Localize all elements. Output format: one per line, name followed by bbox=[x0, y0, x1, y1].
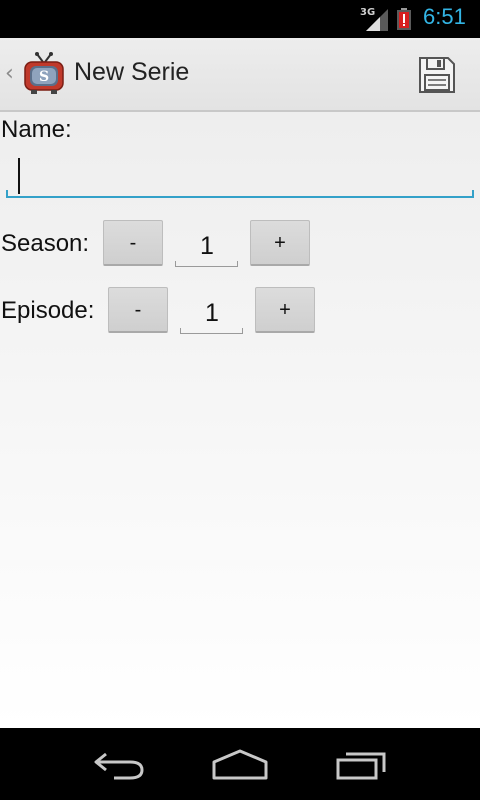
season-minus-button[interactable]: - bbox=[103, 220, 163, 266]
navigation-bar bbox=[0, 728, 480, 800]
season-value-underline bbox=[175, 261, 238, 267]
clock: 6:51 bbox=[423, 4, 466, 29]
battery-icon bbox=[397, 8, 411, 30]
save-icon bbox=[419, 57, 455, 93]
episode-plus-button[interactable]: + bbox=[255, 287, 315, 333]
season-value[interactable]: 1 bbox=[175, 224, 239, 264]
episode-minus-button[interactable]: - bbox=[108, 287, 168, 333]
episode-label: Episode: bbox=[1, 297, 95, 324]
signal-icon bbox=[366, 9, 388, 31]
recent-apps-icon[interactable] bbox=[334, 748, 390, 782]
season-plus-button[interactable]: + bbox=[250, 220, 310, 266]
back-icon[interactable] bbox=[92, 748, 148, 782]
home-icon[interactable] bbox=[211, 748, 269, 782]
season-label: Season: bbox=[1, 230, 90, 257]
name-input[interactable] bbox=[6, 150, 474, 198]
save-button[interactable] bbox=[405, 48, 469, 102]
name-label: Name: bbox=[1, 116, 72, 143]
app-icon[interactable]: S bbox=[23, 52, 65, 96]
app-icon-letter: S bbox=[39, 69, 49, 85]
episode-value[interactable]: 1 bbox=[180, 291, 244, 331]
status-bar: 3G 6:51 bbox=[0, 0, 480, 38]
episode-value-underline bbox=[180, 328, 243, 334]
text-cursor bbox=[18, 158, 20, 194]
page-title: New Serie bbox=[74, 58, 190, 86]
name-input-underline bbox=[6, 190, 474, 198]
form-content: Name: Season: - 1 + Episode: - 1 + bbox=[0, 112, 480, 728]
up-chevron-icon[interactable]: ‹ bbox=[5, 61, 14, 86]
